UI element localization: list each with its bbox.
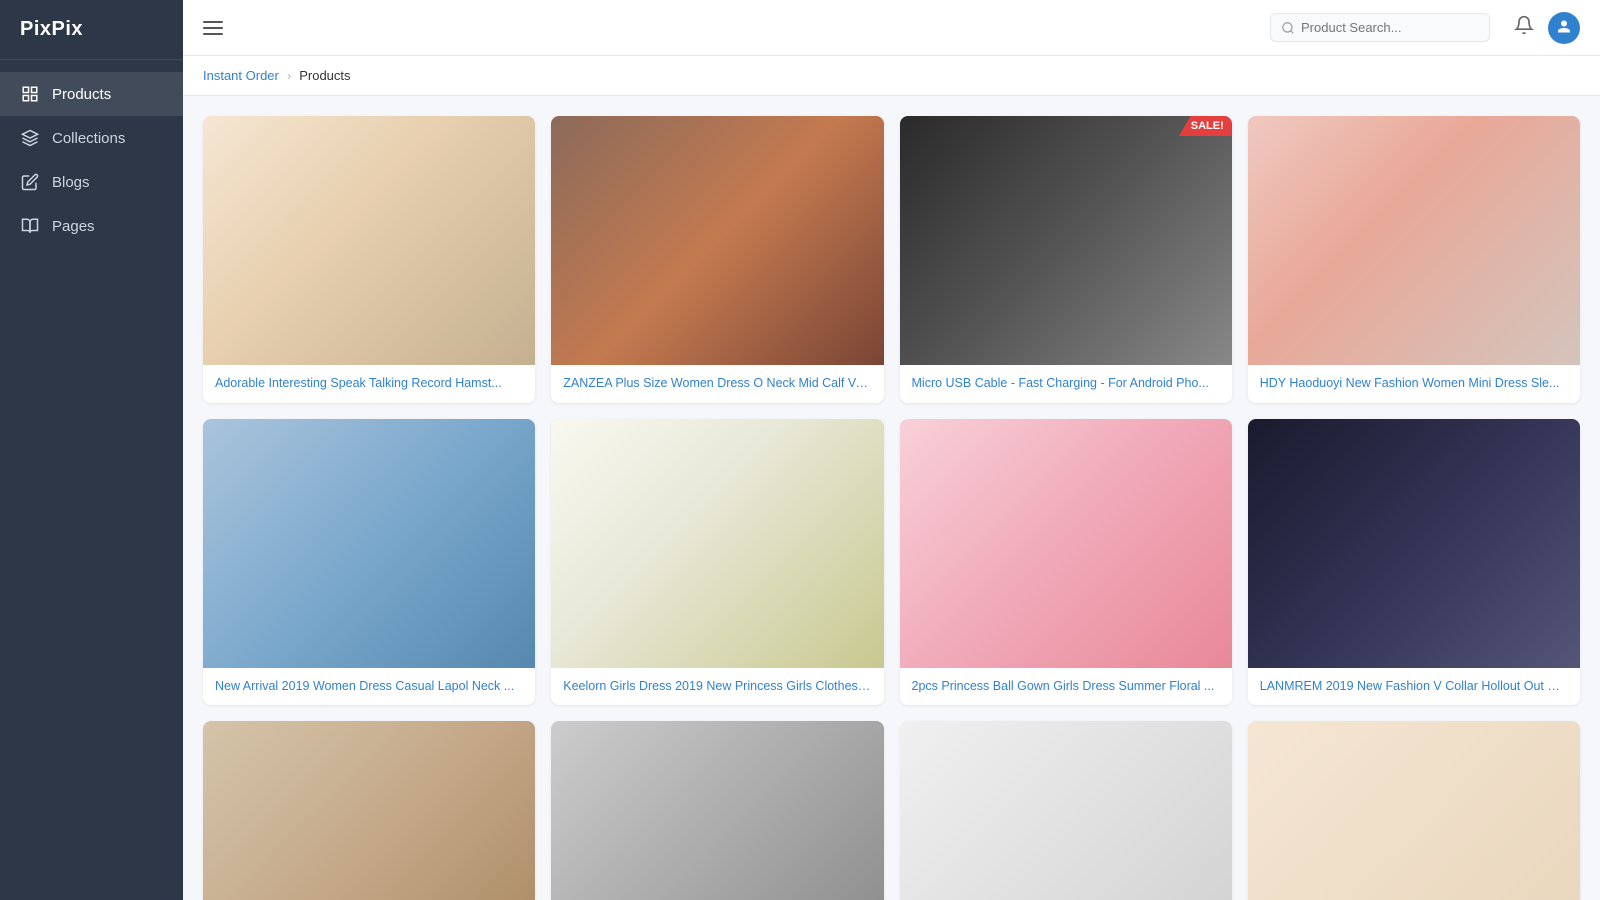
product-info: Keelorn Girls Dress 2019 New Princess Gi…: [551, 668, 883, 706]
product-figure: [551, 721, 883, 900]
product-figure: [551, 116, 883, 365]
products-content: Adorable Interesting Speak Talking Recor…: [183, 96, 1600, 900]
user-avatar[interactable]: [1548, 12, 1580, 44]
product-card[interactable]: New Arrival 2019 Women Dress Casual Lapo…: [203, 419, 535, 706]
product-title: Adorable Interesting Speak Talking Recor…: [215, 375, 523, 393]
product-card[interactable]: HDY Haoduoyi New Fashion Women Mini Dres…: [1248, 116, 1580, 403]
sidebar-item-label: Collections: [52, 130, 125, 147]
product-info: ZANZEA Plus Size Women Dress O Neck Mid …: [551, 365, 883, 403]
search-input[interactable]: [1301, 20, 1461, 35]
top-header: [183, 0, 1600, 56]
product-card[interactable]: 2pcs Princess Ball Gown Girls Dress Summ…: [900, 419, 1232, 706]
product-info: New Arrival 2019 Women Dress Casual Lapo…: [203, 668, 535, 706]
sidebar-item-blogs[interactable]: Blogs: [0, 160, 183, 204]
product-figure: [1248, 116, 1580, 365]
edit-icon: [20, 172, 40, 192]
product-card[interactable]: LANMREM 2019 New Fashion V Collar Hollou…: [1248, 419, 1580, 706]
product-image: [900, 419, 1232, 668]
product-info: LANMREM 2019 New Fashion V Collar Hollou…: [1248, 668, 1580, 706]
main-panel: Instant Order › Products Adorable Intere…: [183, 0, 1600, 900]
product-figure: [203, 721, 535, 900]
product-figure: [203, 419, 535, 668]
breadcrumb-separator: ›: [287, 68, 291, 83]
product-card[interactable]: Keelorn Girls Dress 2019 New Princess Gi…: [551, 419, 883, 706]
header-icons: [1514, 12, 1580, 44]
product-grid: Adorable Interesting Speak Talking Recor…: [203, 116, 1580, 900]
sidebar-item-collections[interactable]: Collections: [0, 116, 183, 160]
product-title: Keelorn Girls Dress 2019 New Princess Gi…: [563, 678, 871, 696]
logo: PixPix: [0, 0, 183, 60]
product-info: Micro USB Cable - Fast Charging - For An…: [900, 365, 1232, 403]
product-card[interactable]: Product 10: [551, 721, 883, 900]
hamburger-button[interactable]: [203, 21, 223, 35]
product-image: [900, 721, 1232, 900]
product-figure: [900, 419, 1232, 668]
product-image: [1248, 419, 1580, 668]
sidebar-item-label: Pages: [52, 218, 95, 235]
grid-icon: [20, 84, 40, 104]
product-figure: [1248, 721, 1580, 900]
product-title: Micro USB Cable - Fast Charging - For An…: [912, 375, 1220, 393]
product-image: [551, 721, 883, 900]
product-figure: [551, 419, 883, 668]
product-image: [203, 116, 535, 365]
search-box[interactable]: [1270, 13, 1490, 42]
product-figure: [1248, 419, 1580, 668]
sidebar-item-label: Blogs: [52, 174, 90, 191]
sidebar-item-products[interactable]: Products: [0, 72, 183, 116]
product-figure: [203, 116, 535, 365]
sidebar-item-label: Products: [52, 86, 111, 103]
product-card[interactable]: ZANZEA Plus Size Women Dress O Neck Mid …: [551, 116, 883, 403]
product-title: ZANZEA Plus Size Women Dress O Neck Mid …: [563, 375, 871, 393]
breadcrumb: Instant Order › Products: [183, 56, 1600, 96]
breadcrumb-parent[interactable]: Instant Order: [203, 68, 279, 83]
product-title: HDY Haoduoyi New Fashion Women Mini Dres…: [1260, 375, 1568, 393]
product-figure: [900, 116, 1232, 365]
product-figure: [900, 721, 1232, 900]
search-icon: [1281, 21, 1295, 35]
product-card[interactable]: Adorable Interesting Speak Talking Recor…: [203, 116, 535, 403]
product-card[interactable]: Product 12: [1248, 721, 1580, 900]
product-title: 2pcs Princess Ball Gown Girls Dress Summ…: [912, 678, 1220, 696]
breadcrumb-current: Products: [299, 68, 350, 83]
product-info: 2pcs Princess Ball Gown Girls Dress Summ…: [900, 668, 1232, 706]
sidebar: PixPix Products Collections: [0, 0, 183, 900]
notification-icon[interactable]: [1514, 15, 1534, 40]
product-title: LANMREM 2019 New Fashion V Collar Hollou…: [1260, 678, 1568, 696]
book-icon: [20, 216, 40, 236]
product-info: Adorable Interesting Speak Talking Recor…: [203, 365, 535, 403]
product-card[interactable]: Product 11: [900, 721, 1232, 900]
layers-icon: [20, 128, 40, 148]
product-image: [551, 419, 883, 668]
sidebar-item-pages[interactable]: Pages: [0, 204, 183, 248]
product-image: [1248, 116, 1580, 365]
product-info: HDY Haoduoyi New Fashion Women Mini Dres…: [1248, 365, 1580, 403]
product-image: SALE!: [900, 116, 1232, 365]
product-image: [203, 419, 535, 668]
product-image: [203, 721, 535, 900]
product-image: [551, 116, 883, 365]
sidebar-nav: Products Collections Blogs: [0, 60, 183, 260]
product-card[interactable]: SALE! Micro USB Cable - Fast Charging - …: [900, 116, 1232, 403]
product-card[interactable]: Product 9: [203, 721, 535, 900]
product-title: New Arrival 2019 Women Dress Casual Lapo…: [215, 678, 523, 696]
product-image: [1248, 721, 1580, 900]
